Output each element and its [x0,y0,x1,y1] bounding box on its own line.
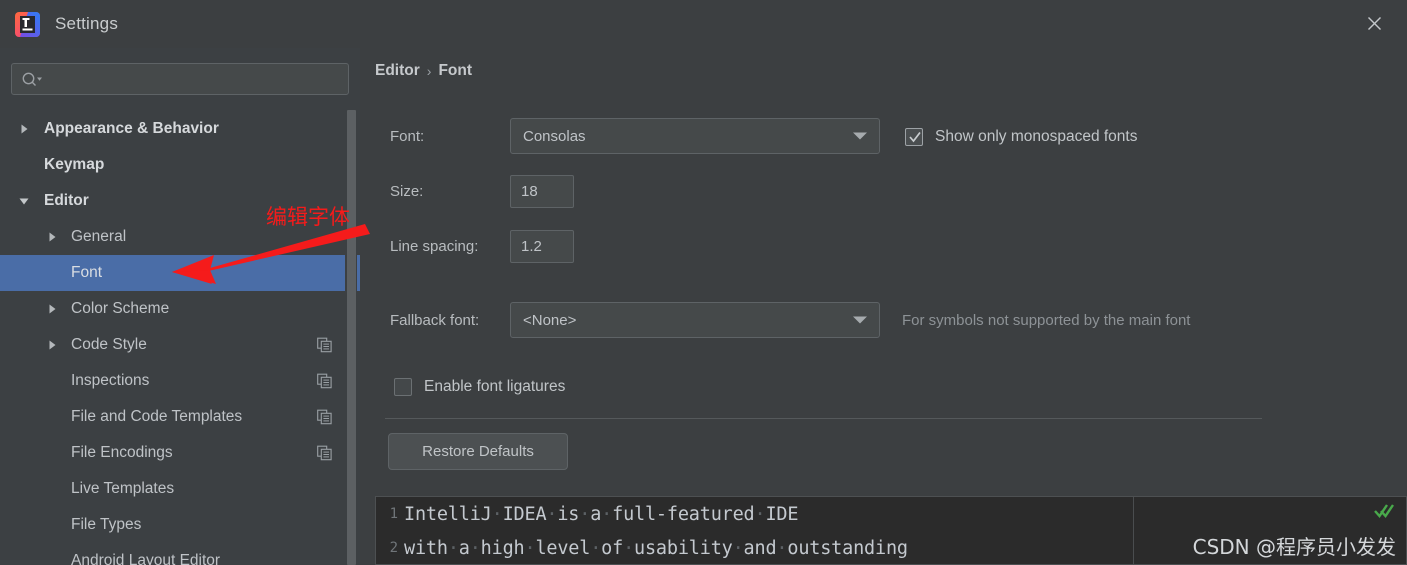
size-input[interactable] [510,175,574,208]
sidebar-item-label: Appearance & Behavior [44,120,219,137]
sidebar-item-label: Inspections [71,372,150,389]
sidebar-item-label: Live Templates [71,480,175,497]
preview-code-text: with·a·high·level·of·usability·and·outst… [404,537,908,559]
sidebar-item-file-and-code-templates[interactable]: File and Code Templates [0,399,360,435]
settings-window: Settings Appearance & Behavior Keymap Edit… [0,0,1407,565]
breadcrumb: Editor › Font [375,62,472,80]
breadcrumb-leaf: Font [438,62,473,79]
sidebar-item-label: Code Style [71,336,147,353]
sidebar-item-live-templates[interactable]: Live Templates [0,471,360,507]
line-number: 2 [389,540,398,556]
sidebar-item-label: File and Code Templates [71,408,243,425]
show-monospaced-checkbox[interactable]: Show only monospaced fonts [905,128,1137,146]
chevron-down-icon [853,316,867,324]
chevron-right-icon[interactable] [45,302,59,316]
show-monospaced-label: Show only monospaced fonts [935,128,1138,145]
enable-ligatures-label: Enable font ligatures [424,378,566,395]
green-double-check-icon [1374,503,1394,519]
sidebar-item-appearance-behavior[interactable]: Appearance & Behavior [0,111,360,147]
sidebar-item-label: File Types [71,516,142,533]
enable-ligatures-checkbox[interactable]: Enable font ligatures [394,378,565,396]
chevron-right-icon[interactable] [17,122,31,136]
fallback-font-combobox[interactable]: <None> [510,302,880,338]
search-input[interactable] [48,64,343,94]
section-divider [385,418,1262,419]
chevron-down-icon[interactable] [17,194,31,208]
fallback-font-value: <None> [523,311,577,329]
sidebar-item-label: Color Scheme [71,300,170,317]
annotation-label: 编辑字体 [266,205,350,229]
restore-defaults-button[interactable]: Restore Defaults [388,433,568,470]
fallback-font-label: Fallback font: [390,312,480,329]
sidebar-item-inspections[interactable]: Inspections [0,363,360,399]
copy-settings-icon[interactable] [317,445,332,461]
close-icon[interactable] [1357,7,1391,39]
sidebar-item-file-types[interactable]: File Types [0,507,360,543]
line-spacing-label: Line spacing: [390,238,479,255]
title-bar: Settings [0,0,1407,48]
fallback-font-hint: For symbols not supported by the main fo… [902,312,1191,329]
csdn-watermark: CSDN @程序员小发发 [1192,535,1396,559]
checkbox-box [394,378,412,396]
font-combobox[interactable]: Consolas [510,118,880,154]
preview-code-line: 1 IntelliJ·IDEA·is·a·full-featured·IDE [376,497,1406,531]
preview-code-text: IntelliJ·IDEA·is·a·full-featured·IDE [404,503,799,525]
sidebar-item-label: Font [71,264,103,281]
sidebar-item-label: Editor [44,192,89,209]
breadcrumb-root[interactable]: Editor [375,62,420,80]
font-combobox-value: Consolas [523,127,586,145]
sidebar-item-label: General [71,228,127,245]
sidebar-item-color-scheme[interactable]: Color Scheme [0,291,360,327]
sidebar-item-file-encodings[interactable]: File Encodings [0,435,360,471]
sidebar-item-label: Android Layout Editor [71,552,221,565]
sidebar-item-label: File Encodings [71,444,173,461]
chevron-down-icon [853,132,867,140]
sidebar-item-label: Keymap [44,156,105,173]
font-label: Font: [390,128,425,145]
search-box[interactable] [11,63,349,95]
checkbox-box [905,128,923,146]
window-title: Settings [55,14,119,33]
intellij-idea-logo-icon [14,11,41,38]
settings-sidebar: Appearance & Behavior Keymap Editor General… [0,48,360,565]
sidebar-item-android-layout-editor[interactable]: Android Layout Editor [0,543,360,565]
chevron-right-icon[interactable] [45,230,59,244]
breadcrumb-separator-icon: › [426,63,432,79]
copy-settings-icon[interactable] [317,373,332,389]
search-icon [21,71,43,89]
preview-divider [1133,497,1134,564]
copy-settings-icon[interactable] [317,409,332,425]
main-panel: Editor › Font Font: Consolas Show only m… [360,48,1407,565]
font-preview-editor[interactable]: 1 IntelliJ·IDEA·is·a·full-featured·IDE 2 wi… [375,496,1407,565]
chevron-right-icon[interactable] [45,338,59,352]
sidebar-item-keymap[interactable]: Keymap [0,147,360,183]
sidebar-item-font[interactable]: Font [0,255,360,291]
line-spacing-input[interactable] [510,230,574,263]
sidebar-item-code-style[interactable]: Code Style [0,327,360,363]
settings-tree: Appearance & Behavior Keymap Editor General… [0,111,360,565]
line-number: 1 [389,506,398,522]
copy-settings-icon[interactable] [317,337,332,353]
size-label: Size: [390,183,424,200]
sidebar-scrollbar-thumb[interactable] [347,110,356,565]
